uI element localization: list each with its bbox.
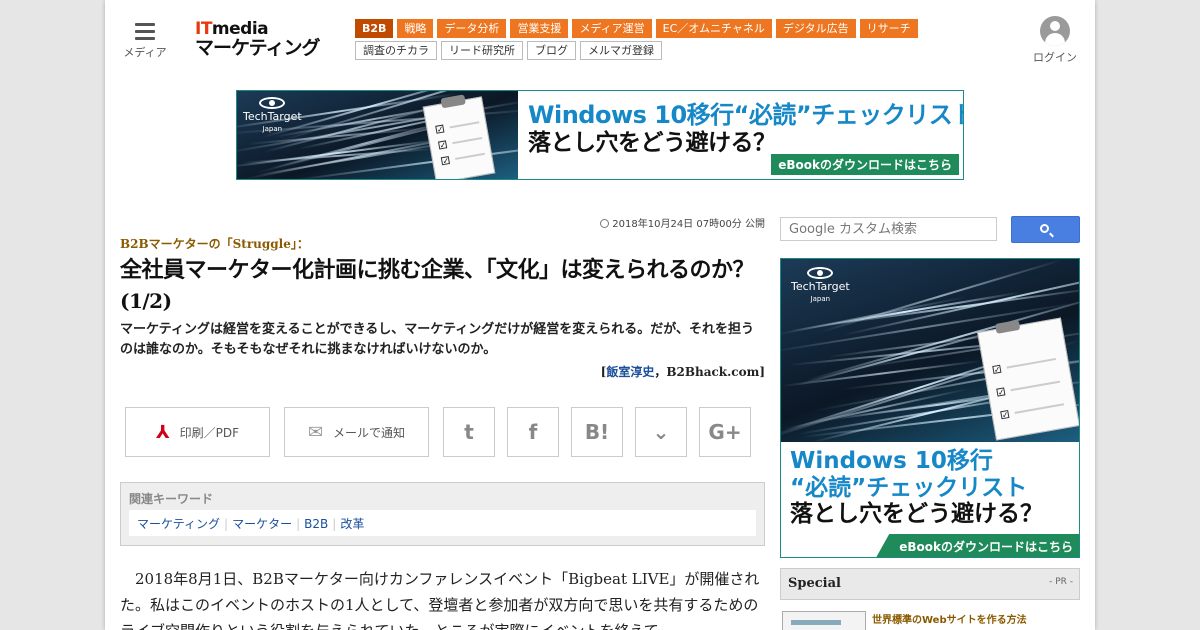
keyword-separator: |	[296, 517, 301, 531]
hatena-icon: B!	[584, 420, 610, 444]
author-byline: [飯室淳史，B2Bhack.com]	[600, 365, 765, 379]
ad-photo: TechTarget Japan ✓ ✓ ✓	[237, 91, 518, 179]
nav-tag[interactable]: 戦略	[397, 19, 434, 38]
logo-brand: ITmedia	[195, 19, 269, 39]
google-plus-icon: G+	[708, 420, 742, 444]
login-label: ログイン	[1033, 51, 1077, 64]
search-button[interactable]	[1011, 216, 1080, 243]
logo-title: マーケティング	[195, 37, 320, 59]
keyword-link[interactable]: マーケティング	[137, 517, 220, 531]
nav-tag[interactable]: リード研究所	[441, 41, 523, 60]
ad-download-button[interactable]: eBookのダウンロードはこちら	[771, 154, 959, 175]
search-input[interactable]	[780, 217, 997, 241]
keyword-link[interactable]: 改革	[340, 517, 364, 531]
article-title: 全社員マーケター化計画に挑む企業、「文化」は変えられるのか？ (1/2)	[120, 258, 755, 313]
author-link[interactable]: 飯室淳史	[606, 365, 654, 379]
page-indicator: (1/2)	[120, 289, 172, 313]
pdf-icon: ⅄	[155, 421, 170, 443]
print-pdf-button[interactable]: ⅄ 印刷／PDF	[125, 407, 270, 457]
publish-date: 2018年10月24日 07時00分 公開	[120, 215, 765, 230]
google-plus-share-button[interactable]: G+	[699, 407, 751, 457]
facebook-icon: f	[528, 420, 538, 444]
keyword-link[interactable]: B2B	[304, 517, 328, 531]
nav-tag[interactable]: メディア運営	[572, 19, 652, 38]
mail-notify-button[interactable]: ✉ メールで通知	[284, 407, 429, 457]
banner-ad[interactable]: TechTarget Japan ✓ ✓ ✓ Windows 10移行“必読”チ…	[236, 90, 964, 180]
keyword-link[interactable]: マーケター	[232, 517, 292, 531]
sidebar-ad-photo: TechTarget Japan ✓ ✓ ✓	[781, 259, 1079, 442]
nav-tag[interactable]: デジタル広告	[775, 19, 856, 38]
sidebar-ad-text: Windows 10移行 “必読”チェックリスト 落とし穴をどう避ける？ eBo…	[781, 442, 1079, 557]
sidebar-ad-download-button[interactable]: eBookのダウンロードはこちら	[875, 534, 1079, 557]
eye-icon	[807, 267, 834, 279]
search-icon	[1040, 224, 1049, 233]
login-button[interactable]: ログイン	[1025, 16, 1085, 65]
page: メディア ITmedia マーケティング B2B 戦略 データ分析 営業支援 メディア運…	[105, 0, 1095, 630]
series-title: B2Bマーケターの「Struggle」：	[120, 237, 309, 251]
mail-plus-icon: ✉	[307, 421, 324, 443]
article-lead: マーケティングは経営を変えることができるし、マーケティングだけが経営を変えられる…	[120, 322, 755, 357]
site-logo[interactable]: ITmedia マーケティング	[195, 20, 335, 58]
pr-thumbnail	[782, 611, 866, 630]
nav-tag[interactable]: メルマガ登録	[580, 41, 662, 60]
nav-tag[interactable]: 営業支援	[510, 19, 569, 38]
menu-button[interactable]: メディア	[121, 20, 169, 60]
user-avatar-icon	[1040, 16, 1070, 46]
eye-icon	[259, 97, 286, 109]
sidebar-ad-line1: Windows 10移行	[790, 448, 993, 474]
pocket-save-button[interactable]: ⌄	[635, 407, 687, 457]
nav-tag[interactable]: データ分析	[437, 19, 507, 38]
article-header: 2018年10月24日 07時00分 公開 B2Bマーケターの「Struggle…	[120, 215, 765, 380]
clock-icon	[600, 219, 610, 228]
menu-label: メディア	[123, 46, 167, 59]
twitter-share-button[interactable]: t	[443, 407, 495, 457]
sidebar-ad-line2: “必読”チェックリスト	[790, 475, 1028, 501]
nav-tag[interactable]: リサーチ	[859, 19, 918, 38]
facebook-share-button[interactable]: f	[507, 407, 559, 457]
techtarget-logo: TechTarget Japan	[791, 267, 850, 305]
nav-tag[interactable]: ブログ	[527, 41, 576, 60]
techtarget-logo: TechTarget Japan	[243, 97, 302, 135]
special-title: Special	[788, 576, 841, 591]
sub-nav: 調査のチカラ リード研究所 ブログ メルマガ登録	[355, 41, 662, 60]
twitter-icon: t	[464, 420, 474, 444]
related-keywords: 関連キーワード マーケティング | マーケター | B2B | 改革	[120, 482, 765, 546]
sidebar-ad-line3: 落とし穴をどう避ける？	[790, 501, 1043, 527]
keyword-separator: |	[224, 517, 229, 531]
sidebar-ad[interactable]: TechTarget Japan ✓ ✓ ✓ Windows 10移行 “必読”…	[780, 258, 1080, 558]
ad-text-area: Windows 10移行“必読”チェックリスト 落とし穴をどう避ける？ eBoo…	[518, 91, 963, 179]
nav-tag[interactable]: EC／オムニチャネル	[655, 19, 772, 38]
nav-tag[interactable]: 調査のチカラ	[355, 41, 437, 60]
keywords-list: マーケティング | マーケター | B2B | 改革	[129, 510, 756, 536]
category-nav: B2B 戦略 データ分析 営業支援 メディア運営 EC／オムニチャネル デジタル広告 リサーチ	[355, 19, 918, 38]
pr-item-title[interactable]: 世界標準のWebサイトを作る方法	[872, 611, 1027, 626]
nav-tag[interactable]: B2B	[355, 19, 394, 38]
site-search	[780, 216, 1080, 244]
pr-item[interactable]: 世界標準のWebサイトを作る方法	[780, 610, 1080, 630]
pr-label: - PR -	[1049, 577, 1073, 587]
hamburger-icon	[135, 23, 155, 40]
keywords-heading: 関連キーワード	[129, 492, 214, 506]
hatena-bookmark-button[interactable]: B!	[571, 407, 623, 457]
article-body: 2018年8月1日、B2Bマーケター向けカンファレンスイベント「Bigbeat …	[120, 570, 760, 630]
pocket-icon: ⌄	[652, 420, 670, 444]
keyword-separator: |	[332, 517, 337, 531]
special-section-header: Special - PR -	[780, 568, 1080, 600]
ad-subline: 落とし穴をどう避ける？	[528, 130, 776, 156]
